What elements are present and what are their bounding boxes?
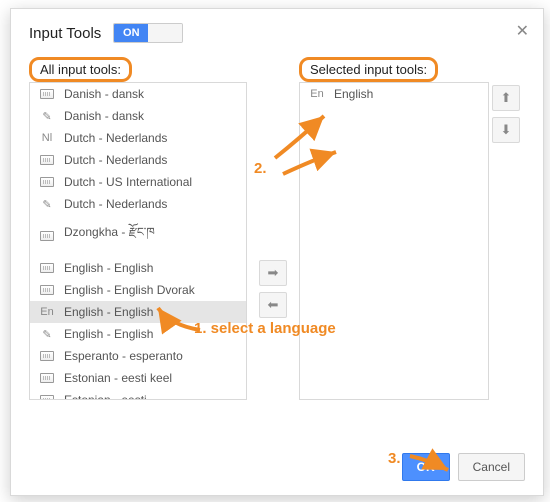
all-tools-heading: All input tools: [29,57,132,82]
toggle-on-label: ON [114,24,148,42]
list-item-label: Danish - dansk [64,87,144,101]
list-item[interactable]: Danish - dansk [30,83,246,105]
selected-tools-listbox[interactable]: En English [299,82,489,400]
list-item-label: Dzongkha - རྫོང་ཁ [64,219,155,253]
list-item[interactable]: Estonian - eesti [30,389,246,400]
list-item-label: Estonian - eesti keel [64,371,172,385]
en-ime-icon: En [308,88,326,100]
dialog-footer: OK Cancel [402,453,525,481]
on-off-toggle[interactable]: ON [113,23,183,43]
move-down-button[interactable]: ⬇ [492,117,520,143]
dialog-header: Input Tools ON ✕ [11,9,543,51]
keyboard-icon [38,263,56,273]
list-item[interactable]: En English [300,83,488,105]
keyboard-icon [38,373,56,383]
keyboard-icon [38,231,56,241]
list-item-label: Danish - dansk [64,109,144,123]
transfer-buttons: ➡ ⬅ [247,57,299,400]
move-up-button[interactable]: ⬆ [492,85,520,111]
arrow-up-icon: ⬆ [501,90,512,106]
arrow-left-icon: ⬅ [268,297,279,313]
ok-button[interactable]: OK [402,453,450,481]
list-item-label: English - English Dvorak [64,283,195,297]
en-ime-icon: En [38,306,56,318]
pencil-icon: ✎ [38,110,56,123]
remove-button[interactable]: ⬅ [259,292,287,318]
arrow-right-icon: ➡ [268,265,279,281]
list-item[interactable]: Nl Dutch - Nederlands [30,127,246,149]
toggle-off-side [148,24,182,42]
add-button[interactable]: ➡ [259,260,287,286]
list-item-label: English - English [64,305,153,319]
list-item-label: Dutch - Nederlands [64,197,167,211]
keyboard-icon [38,285,56,295]
list-item[interactable]: Dutch - US International [30,171,246,193]
reorder-buttons: ⬆ ⬇ [489,57,523,400]
list-item-label: Estonian - eesti [64,393,147,400]
keyboard-icon [38,395,56,400]
list-item-label: Dutch - Nederlands [64,153,167,167]
list-item[interactable]: Dzongkha - རྫོང་ཁ [30,215,246,257]
keyboard-icon [38,155,56,165]
list-item-label: Esperanto - esperanto [64,349,183,363]
keyboard-icon [38,351,56,361]
pencil-icon: ✎ [38,328,56,341]
all-tools-listbox[interactable]: Danish - dansk ✎ Danish - dansk Nl Dutch - N… [29,82,247,400]
list-item[interactable]: En English - English [30,301,246,323]
close-icon[interactable]: ✕ [516,21,529,41]
pencil-icon: ✎ [38,198,56,211]
selected-tools-heading: Selected input tools: [299,57,438,82]
list-item[interactable]: Esperanto - esperanto [30,345,246,367]
keyboard-icon [38,89,56,99]
input-tools-dialog: Input Tools ON ✕ All input tools: Danish… [10,8,544,496]
dialog-title: Input Tools [29,25,101,42]
keyboard-icon [38,177,56,187]
nl-ime-icon: Nl [38,132,56,144]
list-item[interactable]: English - English Dvorak [30,279,246,301]
dialog-body: All input tools: Danish - dansk✎Danish -… [11,51,543,400]
list-item-label: Dutch - Nederlands [64,131,167,145]
list-item[interactable]: ✎ English - English [30,323,246,345]
list-item[interactable]: Estonian - eesti keel [30,367,246,389]
list-item[interactable]: ✎ Danish - dansk [30,105,246,127]
all-tools-column: All input tools: Danish - dansk✎Danish -… [29,57,247,400]
cancel-button[interactable]: Cancel [458,453,525,481]
list-item[interactable]: English - English [30,257,246,279]
selected-tools-column: Selected input tools: En English [299,57,489,400]
list-item[interactable]: Dutch - Nederlands [30,149,246,171]
list-item-label: English - English [64,327,153,341]
arrow-down-icon: ⬇ [501,122,512,138]
list-item-label: English - English [64,261,153,275]
list-item-label: English [334,87,373,101]
list-item[interactable]: ✎ Dutch - Nederlands [30,193,246,215]
list-item-label: Dutch - US International [64,175,192,189]
